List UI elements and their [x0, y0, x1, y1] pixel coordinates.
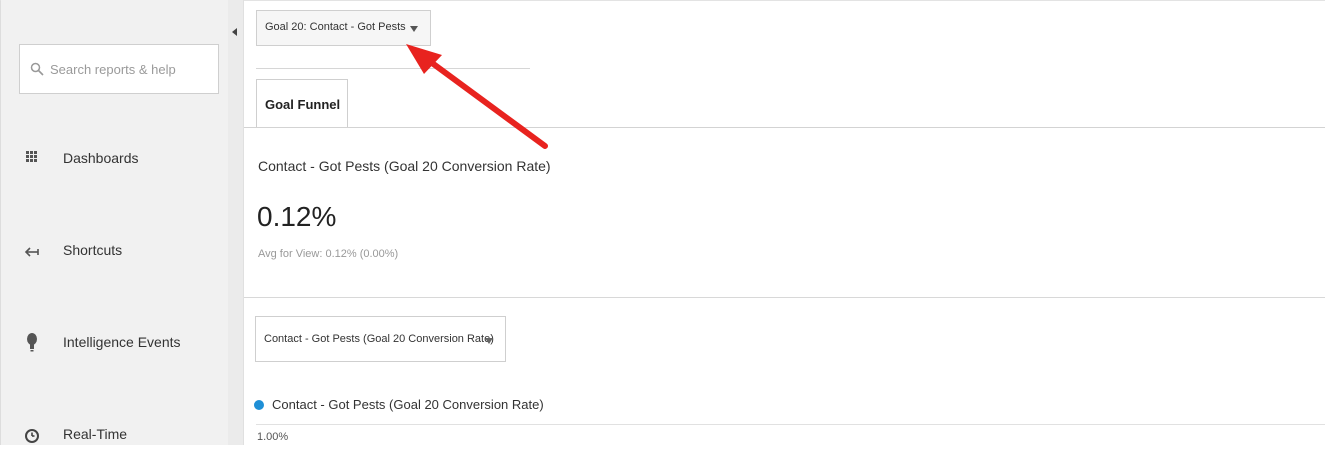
annotation-arrow-icon: [406, 44, 548, 149]
